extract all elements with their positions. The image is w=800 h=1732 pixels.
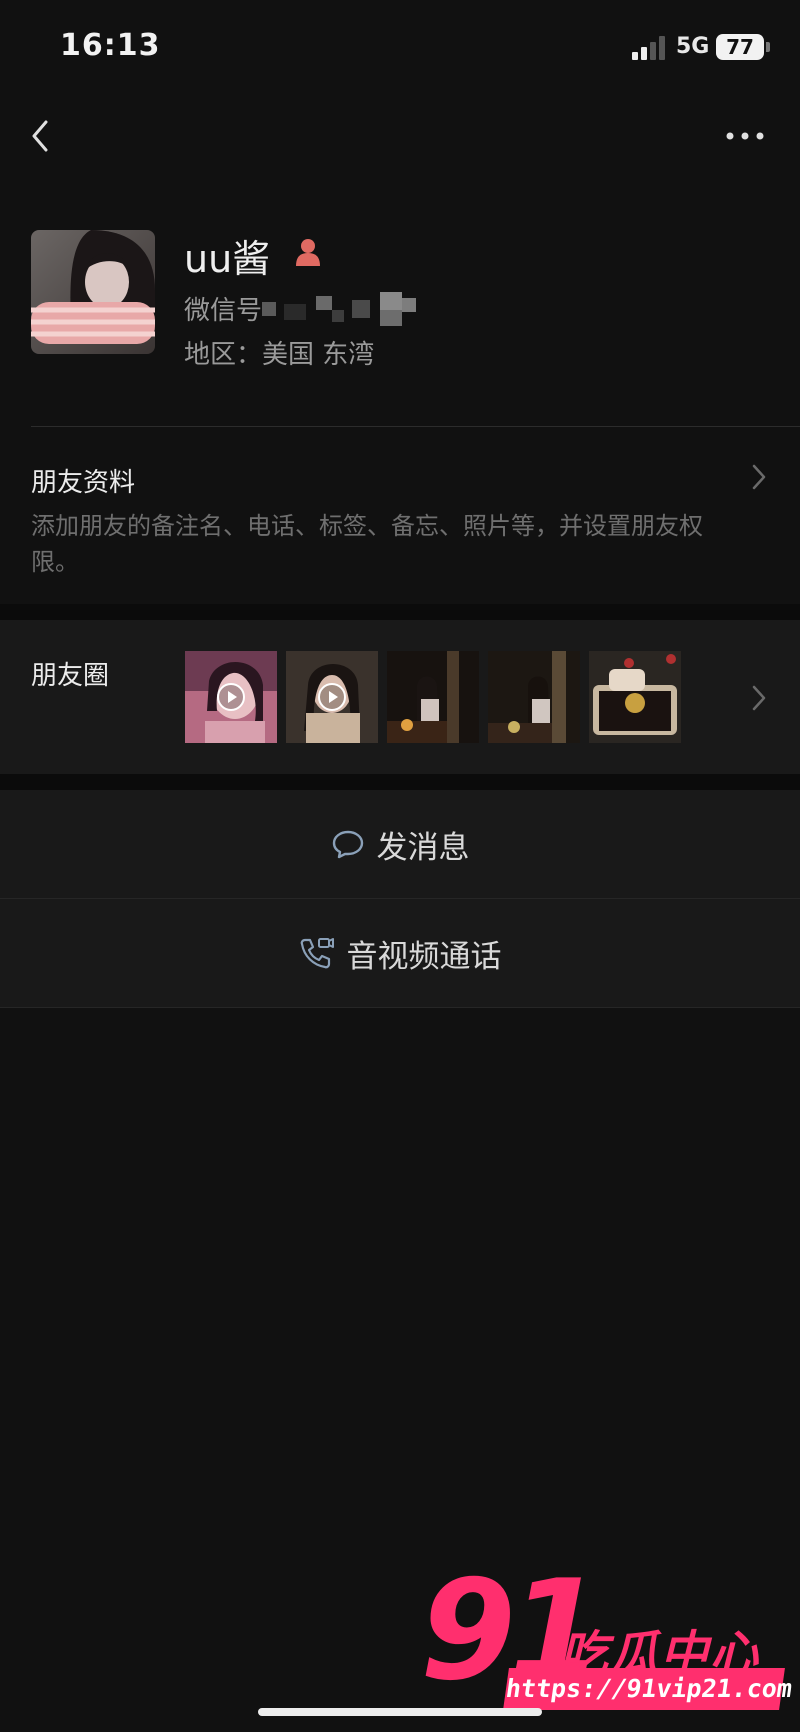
battery-level: 77: [726, 35, 754, 59]
battery-icon: 77: [716, 34, 764, 60]
play-icon: [318, 683, 346, 711]
send-message-button[interactable]: 发消息: [0, 790, 800, 898]
chevron-right-icon[interactable]: [750, 462, 768, 492]
av-call-button[interactable]: 音视频通话: [0, 899, 800, 1007]
chevron-right-icon[interactable]: [750, 683, 768, 713]
watermark-url: https://91vip21.com: [503, 1668, 794, 1710]
moments-thumbnail[interactable]: [185, 651, 277, 743]
av-call-label: 音视频通话: [346, 938, 502, 975]
moments-thumbnail[interactable]: [286, 651, 378, 743]
female-gender-icon: [296, 239, 320, 266]
section-gap: [0, 774, 800, 790]
wechat-id-mosaic: [262, 292, 416, 326]
status-bar: 16:13 5G 77: [0, 0, 800, 96]
cellular-signal-icon: [632, 36, 665, 60]
back-chevron-icon[interactable]: [26, 116, 54, 156]
network-type: 5G: [676, 34, 710, 59]
chat-bubble-icon: [332, 830, 363, 859]
divider: [0, 1007, 800, 1008]
home-indicator[interactable]: [258, 1708, 542, 1716]
friend-info-description: 添加朋友的备注名、电话、标签、备忘、照片等，并设置朋友权限。: [31, 512, 703, 576]
divider: [31, 426, 800, 427]
moments-thumbnail[interactable]: [589, 651, 681, 743]
moments-label: 朋友圈: [31, 661, 110, 691]
moments-thumbnail[interactable]: [488, 651, 580, 743]
play-icon: [217, 683, 245, 711]
more-options-icon[interactable]: [724, 126, 766, 146]
send-message-label: 发消息: [376, 829, 470, 866]
friend-info-title[interactable]: 朋友资料: [31, 462, 135, 499]
phone-video-icon: [300, 938, 334, 969]
region-label: 地区：美国 东湾: [184, 340, 375, 370]
avatar[interactable]: [31, 230, 155, 354]
nickname: uu酱: [184, 237, 271, 281]
moments-thumbnail[interactable]: [387, 651, 479, 743]
section-gap: [0, 604, 800, 620]
wechat-id-label: 微信号: [184, 296, 263, 326]
battery-tip: [766, 42, 770, 52]
status-time: 16:13: [60, 28, 161, 63]
